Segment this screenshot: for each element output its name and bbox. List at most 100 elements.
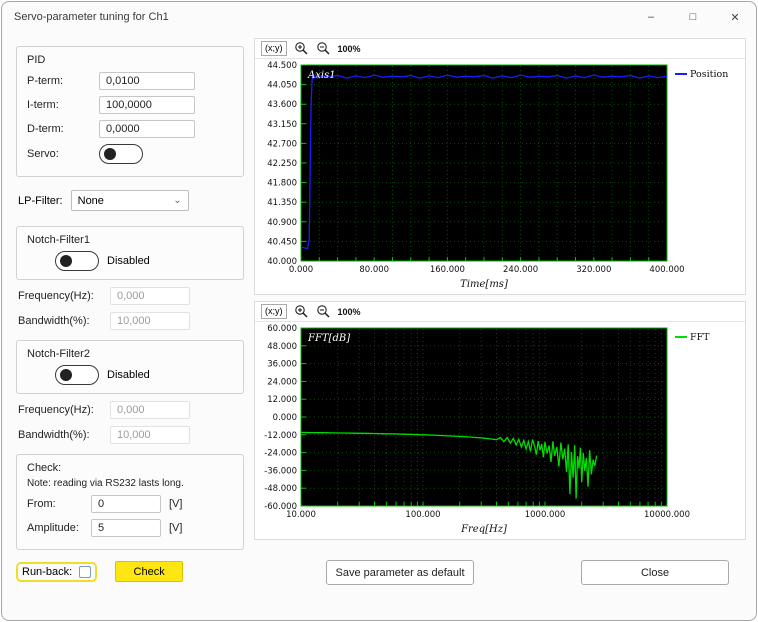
notch-filter1-toggle[interactable] xyxy=(55,251,99,271)
check-group-label: Check: xyxy=(27,462,62,474)
p-term-row: P-term: xyxy=(27,72,233,90)
p-term-input[interactable] xyxy=(99,72,195,90)
from-input[interactable] xyxy=(91,495,161,513)
runback-highlight: Run-back: xyxy=(15,561,98,582)
svg-text:-48.000: -48.000 xyxy=(264,484,297,494)
d-term-row: D-term: xyxy=(27,120,233,138)
notch-filter1-state: Disabled xyxy=(107,255,150,267)
svg-text:10000.000: 10000.000 xyxy=(644,510,690,520)
svg-text:41.800: 41.800 xyxy=(267,179,297,189)
zoom-out-icon[interactable] xyxy=(316,304,331,319)
svg-text:80.000: 80.000 xyxy=(359,265,389,275)
servo-toggle[interactable] xyxy=(99,144,143,164)
zoom-out-icon[interactable] xyxy=(316,41,331,56)
svg-text:44.050: 44.050 xyxy=(267,81,297,91)
xy-coordinates-button[interactable]: (x;y) xyxy=(261,41,287,56)
from-unit: [V] xyxy=(169,498,183,510)
svg-text:40.450: 40.450 xyxy=(267,237,297,247)
fft-chart: 60.000 48.000 36.000 24.000 12.000 0.000 -12.0… xyxy=(264,324,710,535)
servo-row: Servo: xyxy=(27,144,233,164)
svg-text:44.500: 44.500 xyxy=(267,61,297,71)
svg-text:60.000: 60.000 xyxy=(267,324,297,334)
svg-text:48.000: 48.000 xyxy=(267,342,297,352)
check-button[interactable]: Check xyxy=(115,561,184,582)
svg-text:0.000: 0.000 xyxy=(273,413,297,423)
notch-filter1-label: Notch-Filter1 xyxy=(27,234,90,246)
parameter-panel: PID P-term: I-term: D-term: Servo: xyxy=(15,36,244,620)
amplitude-input[interactable] xyxy=(91,519,161,537)
notch-filter2-state: Disabled xyxy=(107,369,150,381)
lp-filter-label: LP-Filter: xyxy=(18,194,63,207)
notch2-bandwidth-input xyxy=(110,426,190,444)
svg-text:0.000: 0.000 xyxy=(289,265,313,275)
svg-text:Time[ms]: Time[ms] xyxy=(460,279,508,289)
i-term-input[interactable] xyxy=(99,96,195,114)
svg-text:43.150: 43.150 xyxy=(267,120,297,130)
svg-text:400.000: 400.000 xyxy=(649,265,684,275)
notch1-frequency-input xyxy=(110,287,190,305)
runback-row: Run-back: Check xyxy=(15,561,244,582)
zoom-in-icon[interactable] xyxy=(294,304,309,319)
notch2-frequency-input xyxy=(110,401,190,419)
position-chart: 44.500 44.050 43.600 43.150 42.700 42.250 41.8… xyxy=(267,61,728,290)
p-term-label: P-term: xyxy=(27,75,64,87)
svg-text:42.700: 42.700 xyxy=(267,139,297,149)
lp-filter-select[interactable]: None ⌄ xyxy=(70,190,189,211)
save-parameter-button[interactable]: Save parameter as default xyxy=(326,560,474,585)
servo-label: Servo: xyxy=(27,148,59,160)
svg-text:FFT[dB]: FFT[dB] xyxy=(307,333,350,344)
minimize-button[interactable]: – xyxy=(630,2,672,32)
svg-text:1000.000: 1000.000 xyxy=(525,510,566,520)
notch1-bandwidth-input xyxy=(110,312,190,330)
amplitude-row: Amplitude: [V] xyxy=(27,519,233,537)
window-controls: – □ ✕ xyxy=(630,2,756,32)
close-button[interactable]: Close xyxy=(581,560,729,585)
notch1-bandwidth-row: Bandwidth(%): xyxy=(18,312,244,330)
zoom-in-icon[interactable] xyxy=(294,41,309,56)
svg-text:42.250: 42.250 xyxy=(267,159,297,169)
svg-text:43.600: 43.600 xyxy=(267,100,297,110)
pid-group: PID P-term: I-term: D-term: Servo: xyxy=(16,46,244,177)
dialog-body: PID P-term: I-term: D-term: Servo: xyxy=(2,32,756,620)
notch-filter1-toggle-row: Disabled xyxy=(55,251,233,271)
lp-filter-row: LP-Filter: None ⌄ xyxy=(18,190,244,211)
notch1-frequency-row: Frequency(Hz): xyxy=(18,287,244,305)
d-term-label: D-term: xyxy=(27,123,64,135)
chart-panel-column: (x;y) 100% 44.500 44.050 43.600 43.150 4… xyxy=(254,36,746,620)
zoom-level-label: 100% xyxy=(337,306,361,317)
toggle-knob xyxy=(60,369,72,381)
toggle-knob xyxy=(60,255,72,267)
svg-text:12.000: 12.000 xyxy=(267,395,297,405)
position-chart-panel: (x;y) 100% 44.500 44.050 43.600 43.150 4… xyxy=(254,38,746,295)
svg-text:-12.000: -12.000 xyxy=(264,431,297,441)
notch-filter2-toggle-row: Disabled xyxy=(55,365,233,385)
from-label: From: xyxy=(27,498,56,510)
amplitude-unit: [V] xyxy=(169,522,183,534)
maximize-button[interactable]: □ xyxy=(672,2,714,32)
titlebar: Servo-parameter tuning for Ch1 – □ ✕ xyxy=(2,2,756,32)
svg-text:40.900: 40.900 xyxy=(267,218,297,228)
fft-chart-toolbar: (x;y) 100% xyxy=(255,302,745,322)
footer-buttons: Save parameter as default Close xyxy=(254,546,746,585)
notch1-frequency-label: Frequency(Hz): xyxy=(18,290,94,302)
check-group: Check: Note: reading via RS232 lasts lon… xyxy=(16,454,244,550)
notch-filter2-toggle[interactable] xyxy=(55,365,99,385)
i-term-row: I-term: xyxy=(27,96,233,114)
dialog-window: Servo-parameter tuning for Ch1 – □ ✕ PID… xyxy=(1,1,757,621)
window-title: Servo-parameter tuning for Ch1 xyxy=(14,11,169,23)
close-icon[interactable]: ✕ xyxy=(714,2,756,32)
pid-group-label: PID xyxy=(27,54,46,66)
svg-text:Freq[Hz]: Freq[Hz] xyxy=(460,524,507,534)
xy-coordinates-button[interactable]: (x;y) xyxy=(261,304,287,319)
svg-text:160.000: 160.000 xyxy=(430,265,465,275)
svg-text:-24.000: -24.000 xyxy=(264,449,297,459)
svg-text:FFT: FFT xyxy=(690,332,710,343)
notch-filter1-group: Notch-Filter1 Disabled xyxy=(16,226,244,280)
svg-text:Position: Position xyxy=(690,69,728,80)
runback-checkbox[interactable] xyxy=(79,565,92,578)
svg-text:36.000: 36.000 xyxy=(267,360,297,370)
notch2-frequency-row: Frequency(Hz): xyxy=(18,401,244,419)
from-row: From: [V] xyxy=(27,495,233,513)
notch2-bandwidth-row: Bandwidth(%): xyxy=(18,426,244,444)
d-term-input[interactable] xyxy=(99,120,195,138)
